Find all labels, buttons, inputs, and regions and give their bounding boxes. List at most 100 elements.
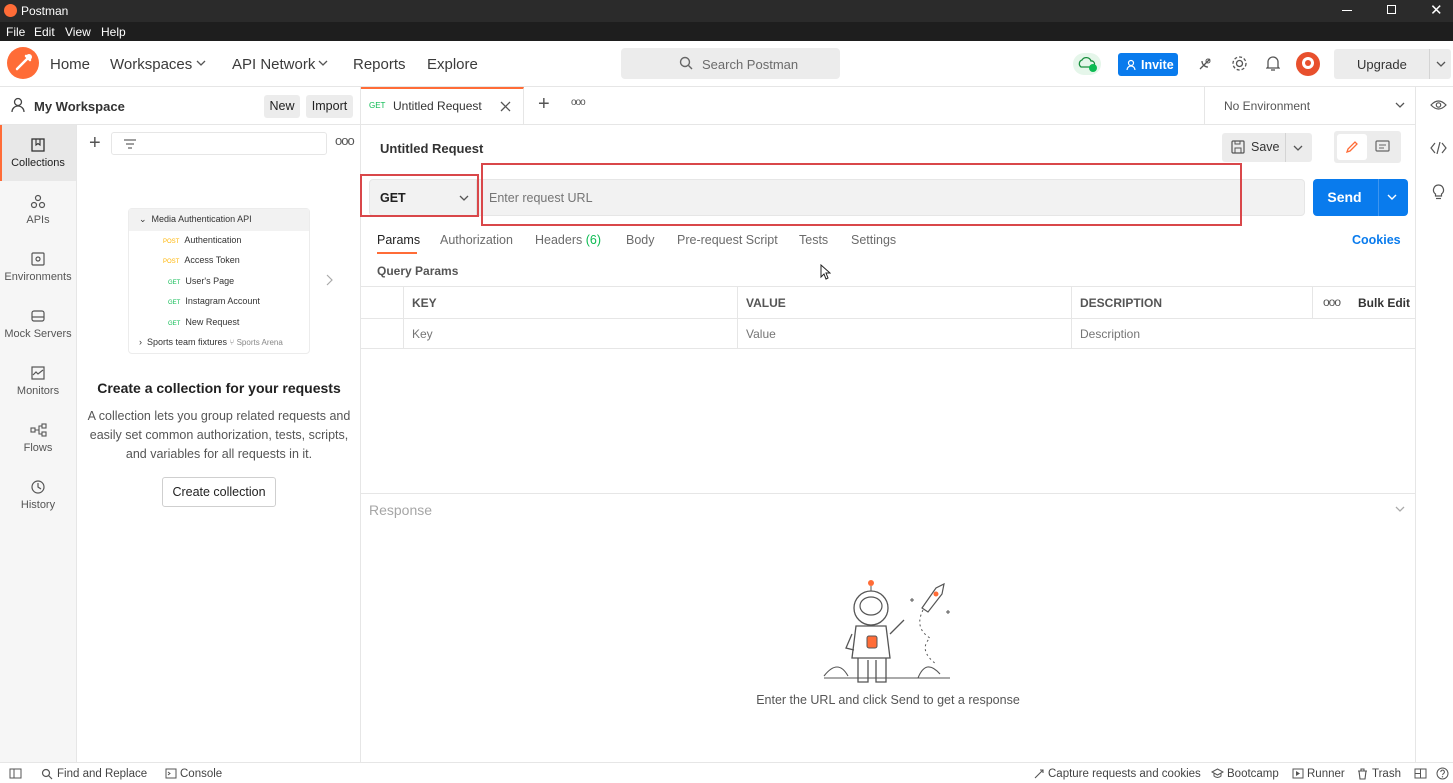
collections-panel: + ooo ⌄ Media Authentication API POST Aut… bbox=[77, 125, 361, 762]
sidebar-item-collections[interactable]: Collections bbox=[0, 125, 76, 181]
method-badge: POST bbox=[163, 259, 180, 265]
capture-requests-button[interactable]: Capture requests and cookies bbox=[1048, 768, 1201, 780]
sidebar-item-monitors[interactable]: Monitors bbox=[0, 353, 76, 409]
settings-gear-icon[interactable] bbox=[1231, 55, 1248, 72]
tab-tests[interactable]: Tests bbox=[799, 233, 828, 247]
history-icon bbox=[31, 480, 45, 494]
param-key-input[interactable] bbox=[404, 319, 736, 348]
param-description-input[interactable] bbox=[1072, 319, 1412, 348]
toggle-sidebar-icon[interactable] bbox=[9, 768, 22, 779]
request-name: Instagram Account bbox=[185, 296, 260, 306]
invite-button[interactable]: Invite bbox=[1118, 53, 1178, 76]
add-collection-icon[interactable]: + bbox=[89, 133, 101, 153]
environment-selector[interactable]: No Environment bbox=[1204, 87, 1415, 125]
nav-explore[interactable]: Explore bbox=[427, 56, 478, 73]
tab-settings[interactable]: Settings bbox=[851, 233, 896, 247]
nav-api-network[interactable]: API Network bbox=[232, 56, 315, 73]
illustration-request-row: POST Access Token bbox=[163, 255, 240, 265]
edit-mode-button[interactable] bbox=[1337, 134, 1367, 160]
import-button[interactable]: Import bbox=[306, 95, 353, 118]
param-value-input[interactable] bbox=[738, 319, 1070, 348]
lightbulb-icon[interactable] bbox=[1432, 184, 1445, 201]
sidebar-item-label: Flows bbox=[23, 442, 53, 454]
add-user-icon bbox=[1126, 59, 1136, 71]
tab-params[interactable]: Params bbox=[377, 233, 420, 247]
search-bar[interactable]: Search Postman bbox=[621, 48, 840, 79]
new-tab-icon[interactable]: + bbox=[538, 93, 550, 116]
send-options-chevron-down-icon[interactable] bbox=[1387, 194, 1397, 201]
console-button[interactable]: Console bbox=[180, 768, 222, 780]
description-line: easily set common authorization, tests, … bbox=[89, 428, 349, 442]
upgrade-button[interactable]: Upgrade bbox=[1334, 49, 1451, 79]
request-title[interactable]: Untitled Request bbox=[380, 141, 483, 156]
illustration-collection-row: › Sports team fixtures ⑂ Sports Arena bbox=[139, 337, 283, 347]
runner-button[interactable]: Runner bbox=[1307, 768, 1345, 780]
response-divider[interactable] bbox=[361, 493, 1415, 494]
environment-chevron-down-icon[interactable] bbox=[1395, 102, 1405, 109]
cookies-link[interactable]: Cookies bbox=[1352, 233, 1401, 247]
description-line: and variables for all requests in it. bbox=[125, 447, 313, 461]
close-window-icon[interactable]: ✕ bbox=[1430, 1, 1443, 19]
find-replace-search-icon bbox=[41, 768, 53, 780]
menu-view[interactable]: View bbox=[65, 25, 91, 39]
workspace-name[interactable]: My Workspace bbox=[34, 99, 125, 114]
tab-options-icon[interactable]: ooo bbox=[571, 97, 586, 108]
response-collapse-chevron-icon[interactable] bbox=[1395, 506, 1405, 513]
status-bar: Find and Replace Console Capture request… bbox=[0, 762, 1453, 783]
trash-icon bbox=[1358, 768, 1367, 780]
sidebar-item-history[interactable]: History bbox=[0, 467, 76, 523]
nav-workspaces[interactable]: Workspaces bbox=[110, 56, 192, 73]
table-options-icon[interactable]: ooo bbox=[1323, 295, 1341, 309]
create-collection-button[interactable]: Create collection bbox=[162, 477, 276, 507]
bootcamp-button[interactable]: Bootcamp bbox=[1227, 768, 1279, 780]
collections-filter-input[interactable] bbox=[111, 132, 327, 155]
upgrade-chevron-down-icon[interactable] bbox=[1436, 61, 1446, 68]
two-pane-view-icon[interactable] bbox=[1414, 768, 1427, 779]
help-icon[interactable] bbox=[1436, 767, 1449, 780]
method-badge: GET bbox=[168, 280, 181, 286]
more-options-icon[interactable]: ooo bbox=[335, 133, 355, 148]
tab-untitled-request[interactable]: GET Untitled Request bbox=[361, 87, 524, 125]
monitors-icon bbox=[31, 366, 45, 380]
send-button[interactable]: Send bbox=[1313, 179, 1376, 216]
environment-quick-look-eye-icon[interactable] bbox=[1430, 99, 1447, 111]
avatar[interactable] bbox=[1296, 52, 1320, 76]
tab-pre-request-script[interactable]: Pre-request Script bbox=[677, 233, 778, 247]
console-icon bbox=[165, 768, 177, 779]
workspaces-chevron-down-icon[interactable] bbox=[196, 60, 206, 67]
find-and-replace-button[interactable]: Find and Replace bbox=[57, 768, 147, 780]
save-options-chevron-down-icon[interactable] bbox=[1293, 145, 1303, 152]
illustration-request-row: GET New Request bbox=[168, 317, 239, 327]
menu-help[interactable]: Help bbox=[101, 25, 126, 39]
minimize-icon[interactable] bbox=[1342, 10, 1352, 11]
tab-method-badge: GET bbox=[369, 101, 386, 110]
sync-status-icon[interactable] bbox=[1073, 53, 1101, 75]
new-button[interactable]: New bbox=[264, 95, 300, 118]
sidebar-item-environments[interactable]: Environments bbox=[0, 239, 76, 295]
description-line: A collection lets you group related requ… bbox=[87, 409, 351, 423]
restore-icon[interactable] bbox=[1387, 5, 1396, 14]
menu-edit[interactable]: Edit bbox=[34, 25, 55, 39]
save-button[interactable]: Save bbox=[1222, 133, 1284, 162]
tab-body[interactable]: Body bbox=[626, 233, 655, 247]
menu-file[interactable]: File bbox=[6, 25, 25, 39]
nav-home[interactable]: Home bbox=[50, 56, 90, 73]
tab-authorization[interactable]: Authorization bbox=[440, 233, 513, 247]
notifications-bell-icon[interactable] bbox=[1266, 55, 1280, 72]
sidebar-item-mock-servers[interactable]: Mock Servers bbox=[0, 296, 76, 352]
tab-headers[interactable]: Headers (6) bbox=[535, 233, 601, 247]
postman-home-logo-icon[interactable] bbox=[7, 47, 39, 79]
api-network-chevron-down-icon[interactable] bbox=[318, 60, 328, 67]
code-icon[interactable] bbox=[1430, 142, 1447, 154]
flows-icon bbox=[30, 423, 47, 437]
close-tab-icon[interactable] bbox=[500, 101, 511, 112]
comments-icon[interactable] bbox=[1375, 140, 1390, 154]
satellite-icon[interactable] bbox=[1197, 56, 1213, 72]
nav-reports[interactable]: Reports bbox=[353, 56, 406, 73]
sidebar-item-flows[interactable]: Flows bbox=[0, 410, 76, 466]
trash-button[interactable]: Trash bbox=[1372, 768, 1401, 780]
bulk-edit-button[interactable]: Bulk Edit bbox=[1358, 296, 1410, 310]
sidebar-item-apis[interactable]: APIs bbox=[0, 182, 76, 238]
empty-state-title: Create a collection for your requests bbox=[97, 380, 341, 396]
chevron-right-icon bbox=[326, 274, 333, 286]
